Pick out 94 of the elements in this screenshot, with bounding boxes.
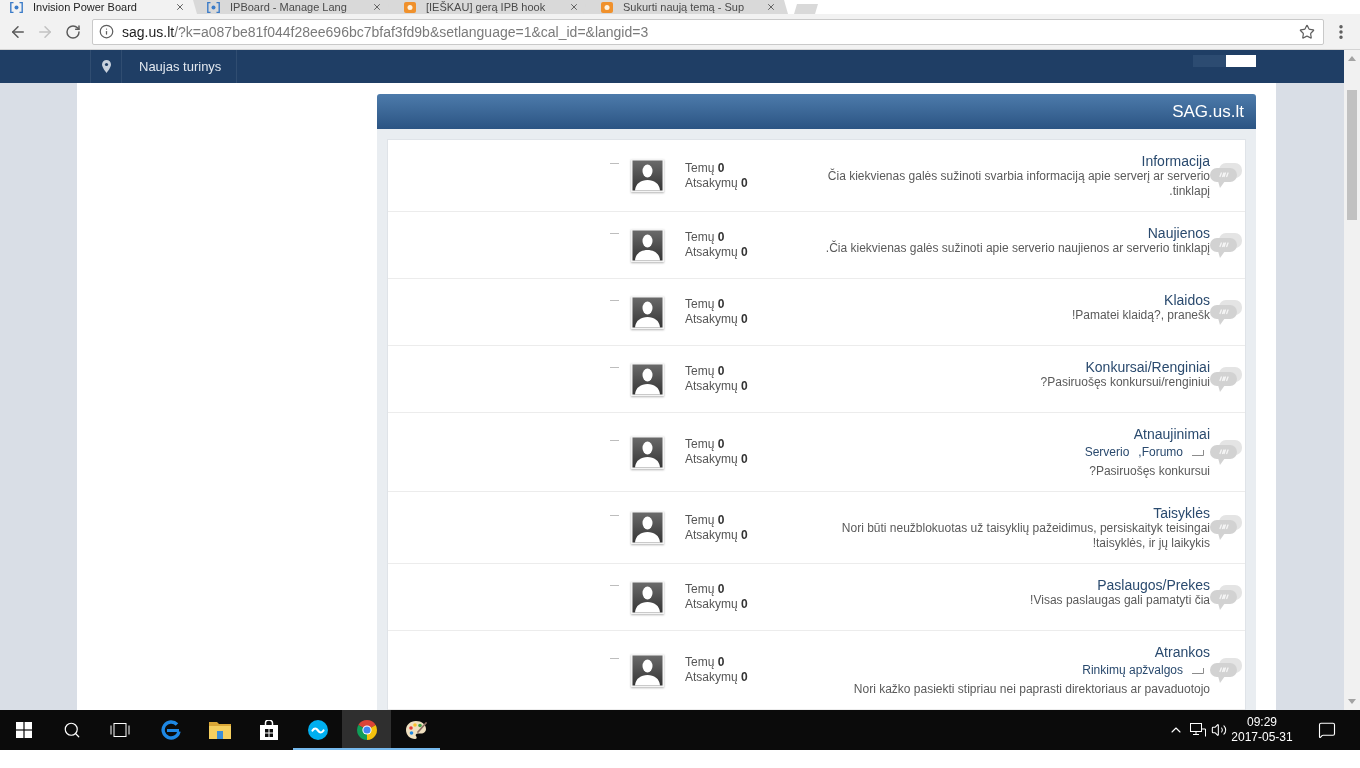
avatar-icon <box>631 362 664 396</box>
last-post-text: — <box>610 362 619 372</box>
forum-title[interactable]: Klaidos <box>1164 292 1210 308</box>
speech-bubbles-icon <box>1210 163 1242 188</box>
browser-tab[interactable]: Invision Power Board <box>0 0 197 14</box>
last-post-text: — <box>610 295 619 305</box>
map-pin-icon[interactable] <box>101 60 111 73</box>
speech-bubbles-icon <box>1210 515 1242 540</box>
corner-line-icon <box>1192 667 1204 674</box>
speech-bubbles-icon <box>1210 584 1242 610</box>
close-icon[interactable] <box>569 2 579 12</box>
folder-icon <box>208 721 231 739</box>
avatar-icon <box>631 159 664 192</box>
forum-title[interactable]: Paslaugos/Prekes <box>1097 577 1210 593</box>
taskbar-button[interactable] <box>342 710 391 750</box>
task-view-icon[interactable] <box>110 723 130 737</box>
square-badge-icon <box>601 1 613 13</box>
nav-segment <box>1193 55 1226 67</box>
speech-bubbles-icon <box>1210 657 1242 683</box>
topic-count: Temų 0 <box>685 512 726 528</box>
windows-start-icon[interactable] <box>16 722 32 738</box>
reply-count: Atsakymų 0 <box>685 527 749 543</box>
last-post-text: — <box>610 511 619 520</box>
info-icon[interactable] <box>99 24 114 39</box>
forum-title[interactable]: Atnaujinimai <box>1133 426 1210 442</box>
clock-date: 2017-05-31 <box>1231 730 1293 745</box>
topic-count: Temų 0 <box>685 160 726 176</box>
shopping-bag-icon <box>259 720 278 740</box>
last-post-text: — <box>610 653 619 663</box>
forum-description: ?Pasiruošęs konkursui/renginiui <box>1040 375 1210 390</box>
reply-count: Atsakymų 0 <box>685 312 749 327</box>
square-badge-icon <box>404 1 416 13</box>
subforum-link[interactable]: Rinkimų apžvalgos <box>1082 663 1183 678</box>
scrollbar-thumb[interactable] <box>1347 90 1357 220</box>
last-post-text: — <box>610 580 619 590</box>
forum-title[interactable]: Informacija <box>1141 153 1210 169</box>
avatar-icon <box>631 435 664 469</box>
avatar-icon <box>631 511 664 544</box>
last-post-text: — <box>610 228 619 238</box>
avatar-icon <box>631 295 664 329</box>
notification-icon[interactable] <box>1318 721 1336 739</box>
avatar-icon <box>631 228 664 262</box>
corner-line-icon <box>1192 449 1204 456</box>
subforum-link[interactable]: Serverio <box>1084 445 1130 460</box>
forum-description: ?Pasiruošęs konkursui <box>1089 464 1210 479</box>
forum-title[interactable]: Taisyklės <box>1153 505 1210 521</box>
forum-description: Nori kažko pasiekti stipriau nei paprasti direktoriaus ar pavaduotojo <box>853 682 1210 697</box>
category-title: SAG.us.lt <box>1172 101 1244 122</box>
forum-title[interactable]: Atrankos <box>1154 644 1210 660</box>
subforum-link[interactable]: ,Forumo <box>1138 445 1183 460</box>
network-icon[interactable] <box>1190 723 1206 737</box>
speech-bubbles-icon <box>1210 366 1242 392</box>
close-icon[interactable] <box>175 2 185 12</box>
topic-count: Temų 0 <box>685 297 726 312</box>
last-post-text: — <box>610 435 619 445</box>
last-post-text: — <box>610 159 619 168</box>
reply-count: Atsakymų 0 <box>685 245 749 260</box>
speech-bubbles-icon <box>1210 232 1242 258</box>
speech-bubbles-icon <box>1210 439 1242 465</box>
wave-logo-icon <box>307 720 328 740</box>
forum-description: !Pamatei klaidą?, pranešk <box>1071 308 1210 323</box>
speaker-icon[interactable] <box>1211 722 1227 738</box>
close-icon[interactable] <box>766 2 776 12</box>
forum-title[interactable]: Naujienos <box>1147 225 1210 241</box>
close-icon[interactable] <box>372 2 382 12</box>
topic-count: Temų 0 <box>685 364 726 379</box>
palette-icon <box>404 720 427 740</box>
segmented-circle-icon <box>356 720 377 740</box>
topic-count: Temų 0 <box>685 655 726 670</box>
address-field[interactable]: sag.us.lt/?k=a087be81f044f28ee696bc7bfaf3fd9b&setlanguage=1&cal_id=&langid=3 <box>92 18 1324 45</box>
bracket-dot-icon <box>207 1 220 13</box>
ring-logo-icon <box>160 720 181 740</box>
reply-count: Atsakymų 0 <box>685 597 749 612</box>
reload-icon[interactable] <box>65 23 81 40</box>
avatar-icon <box>631 580 664 614</box>
forum-description: Čia kiekvienas galės sužinoti svarbia informaciją apie serverį ar serverio .tinklapį <box>826 169 1210 199</box>
speech-bubbles-icon <box>1210 299 1242 325</box>
input-field[interactable] <box>1226 55 1256 67</box>
avatar-icon <box>631 653 664 687</box>
reply-count: Atsakymų 0 <box>685 379 749 394</box>
bracket-dot-icon <box>10 1 23 13</box>
forum-title[interactable]: Konkursai/Renginiai <box>1085 359 1210 375</box>
forum-description: .Čia kiekvienas galės sužinoti apie serverio naujienos ar serverio tinklapį <box>825 241 1210 256</box>
topic-count: Temų 0 <box>685 437 726 452</box>
reply-count: Atsakymų 0 <box>685 452 749 467</box>
star-icon[interactable] <box>1299 23 1315 40</box>
topic-count: Temų 0 <box>685 230 726 245</box>
forum-description: Nori būti neužblokuotas už taisyklių pažeidimus, persiskaityk teisingai !taisyklės, ir jų laikykis <box>840 521 1210 551</box>
reply-count: Atsakymų 0 <box>685 175 749 191</box>
topic-count: Temų 0 <box>685 582 726 597</box>
search-icon[interactable] <box>63 721 81 739</box>
forum-description: !Visas paslaugas gali pamatyti čia <box>1030 593 1210 608</box>
clock-time: 09:29 <box>1247 715 1277 730</box>
reply-count: Atsakymų 0 <box>685 670 749 685</box>
